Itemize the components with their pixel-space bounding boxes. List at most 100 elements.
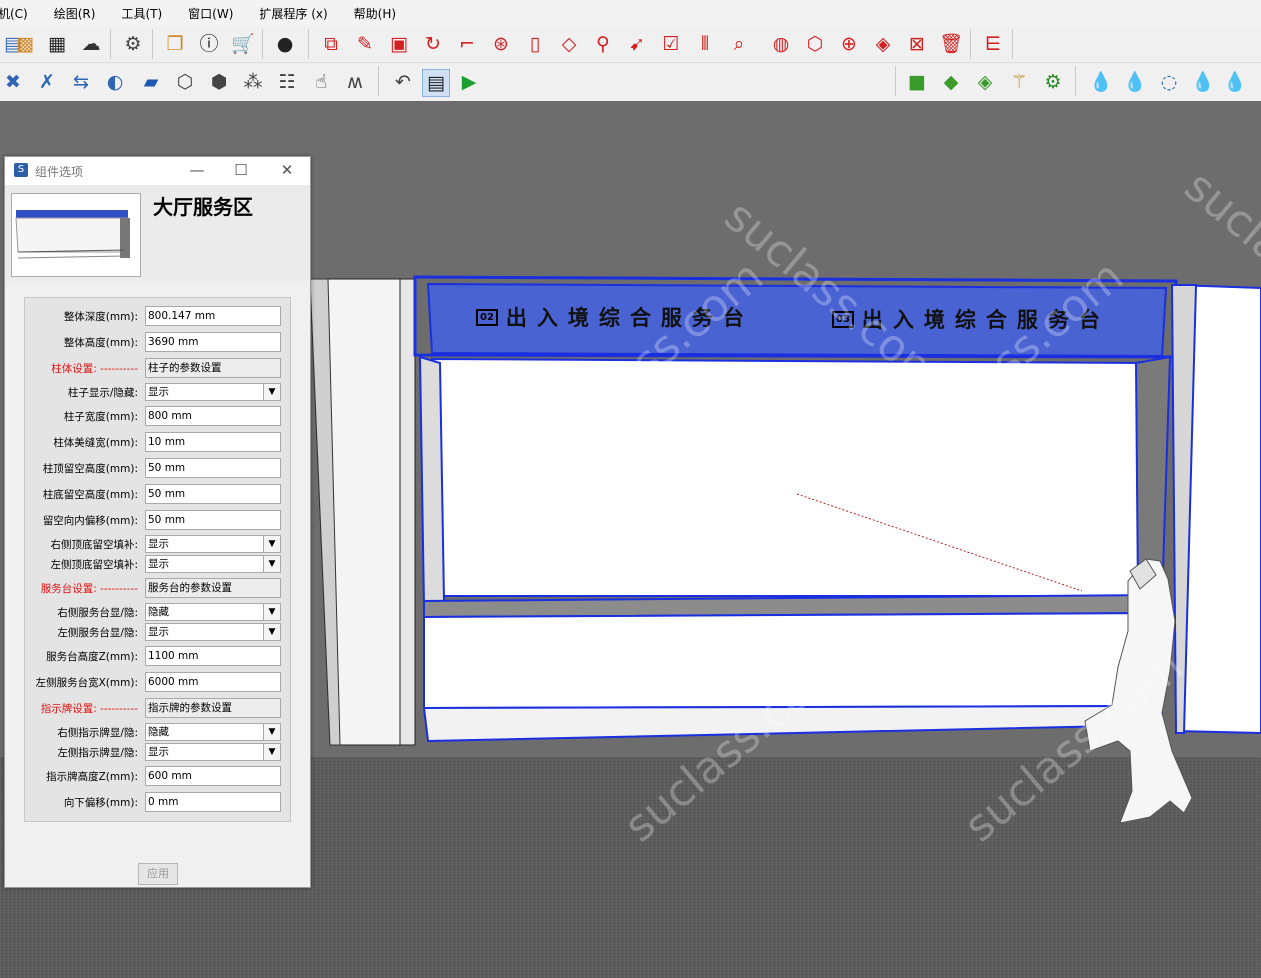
tools-icon[interactable]: ✖ bbox=[0, 69, 26, 95]
toolbar-top: ▤ ▩ ▦ ☁ ⚙ ❐ ⓘ 🛒 ● ⧉ ✎ ▣ ↻ ⌐ ⊛ ▯ ◇ ⚲ ➹ ☑ … bbox=[0, 26, 1261, 63]
chevron-down-icon[interactable]: ▼ bbox=[263, 744, 280, 760]
brand-logo-icon[interactable]: ⋿ bbox=[980, 31, 1006, 57]
toggle-icon[interactable]: ◐ bbox=[102, 69, 128, 95]
sign-badge-left: 02 bbox=[476, 308, 498, 326]
chevron-down-icon[interactable]: ▼ bbox=[263, 724, 280, 740]
globe-icon[interactable]: ◍ bbox=[768, 31, 794, 57]
drop-small-icon[interactable]: 💧 bbox=[1190, 69, 1216, 95]
mirror-icon[interactable]: ⫴ bbox=[692, 31, 718, 57]
cart-icon[interactable]: 🛒 bbox=[230, 31, 256, 57]
account-icon[interactable]: ● bbox=[272, 31, 298, 57]
option-input[interactable]: 800.147 mm bbox=[145, 306, 281, 326]
drop-icon[interactable]: 💧 bbox=[1088, 69, 1114, 95]
drop-outline-icon[interactable]: ◌ bbox=[1156, 69, 1182, 95]
option-row: 整体深度(mm): 800.147 mm bbox=[25, 306, 290, 328]
zoom-icon[interactable]: ⌕ bbox=[726, 31, 752, 57]
option-input[interactable]: 600 mm bbox=[145, 766, 281, 786]
stairs-icon[interactable]: ⌐ bbox=[454, 31, 480, 57]
trash-icon[interactable]: 🗑 bbox=[938, 31, 964, 57]
option-input[interactable]: 6000 mm bbox=[145, 672, 281, 692]
pin-icon[interactable]: ⚲ bbox=[590, 31, 616, 57]
chevron-down-icon[interactable]: ▼ bbox=[263, 556, 280, 572]
option-label: 指示牌设置: ---------- bbox=[40, 703, 138, 715]
checker-icon[interactable]: ▦ bbox=[44, 31, 70, 57]
option-input[interactable]: 1100 mm bbox=[145, 646, 281, 666]
chevron-down-icon[interactable]: ▼ bbox=[263, 384, 280, 400]
green-cube-alt-icon[interactable]: ◈ bbox=[972, 69, 998, 95]
green-cube-gear-icon[interactable]: ◆ bbox=[938, 69, 964, 95]
apply-button[interactable]: 应用 bbox=[138, 863, 178, 885]
close-icon[interactable]: ✕ bbox=[277, 161, 297, 179]
option-input[interactable]: 0 mm bbox=[145, 792, 281, 812]
option-dropdown-value: 隐藏 bbox=[148, 726, 169, 738]
dialog-titlebar[interactable]: S 组件选项 — ☐ ✕ bbox=[5, 157, 310, 185]
menu-camera[interactable]: 机(C) bbox=[0, 5, 28, 22]
settings-gear-icon[interactable]: ⚙ bbox=[120, 31, 146, 57]
option-dropdown[interactable]: 隐藏 ▼ bbox=[145, 723, 281, 741]
gear-green-icon[interactable]: ⚙ bbox=[1040, 69, 1066, 95]
edit-icon[interactable]: ✎ bbox=[352, 31, 378, 57]
folder-icon[interactable]: ▰ bbox=[138, 69, 164, 95]
dice-icon[interactable]: ⬡ bbox=[802, 31, 828, 57]
sketch-icon[interactable]: ʍ bbox=[342, 69, 368, 95]
cube-icon[interactable]: ◇ bbox=[556, 31, 582, 57]
pattern-circle-icon[interactable]: ⊛ bbox=[488, 31, 514, 57]
broom-icon[interactable]: ⚚ bbox=[1006, 69, 1032, 95]
swap-icon[interactable]: ⇆ bbox=[68, 69, 94, 95]
option-input[interactable]: 50 mm bbox=[145, 484, 281, 504]
layout-icon[interactable]: ▣ bbox=[386, 31, 412, 57]
play-icon[interactable]: ▶ bbox=[456, 69, 482, 95]
bim-frame-icon[interactable]: ⧉ bbox=[318, 31, 344, 57]
option-label: 柱体设置: ---------- bbox=[51, 363, 138, 375]
option-dropdown[interactable]: 显示 ▼ bbox=[145, 555, 281, 573]
cylinder-icon[interactable]: ▯ bbox=[522, 31, 548, 57]
wrench-icon[interactable]: ✗ bbox=[34, 69, 60, 95]
menu-draw[interactable]: 绘图(R) bbox=[54, 5, 96, 22]
option-dropdown[interactable]: 显示 ▼ bbox=[145, 383, 281, 401]
option-label: 柱子宽度(mm): bbox=[63, 411, 138, 423]
option-dropdown[interactable]: 显示 ▼ bbox=[145, 743, 281, 761]
rotate-icon[interactable]: ↻ bbox=[420, 31, 446, 57]
cursor-icon[interactable]: ➹ bbox=[624, 31, 650, 57]
menu-window[interactable]: 窗口(W) bbox=[188, 5, 233, 22]
menu-tools[interactable]: 工具(T) bbox=[121, 5, 162, 22]
option-row: 指示牌设置: ---------- 指示牌的参数设置 bbox=[25, 698, 290, 720]
minimize-icon[interactable]: — bbox=[187, 161, 207, 179]
paint-icon[interactable]: ◈ bbox=[870, 31, 896, 57]
boxes-icon[interactable]: ⁂ bbox=[240, 69, 266, 95]
option-input[interactable]: 3690 mm bbox=[145, 332, 281, 352]
menu-help[interactable]: 帮助(H) bbox=[354, 5, 396, 22]
chevron-down-icon[interactable]: ▼ bbox=[263, 604, 280, 620]
layers-icon[interactable]: ❐ bbox=[162, 31, 188, 57]
option-dropdown[interactable]: 显示 ▼ bbox=[145, 535, 281, 553]
pattern-icon[interactable]: ▩ bbox=[12, 31, 38, 57]
option-dropdown-value: 显示 bbox=[148, 386, 169, 398]
box-icon[interactable]: ⬡ bbox=[172, 69, 198, 95]
hand-icon[interactable]: ☝ bbox=[308, 69, 334, 95]
option-label: 服务台设置: ---------- bbox=[40, 583, 138, 595]
box-outline-icon[interactable]: ⬢ bbox=[206, 69, 232, 95]
checkbox-icon[interactable]: ☑ bbox=[658, 31, 684, 57]
option-dropdown[interactable]: 隐藏 ▼ bbox=[145, 603, 281, 621]
sign-icon[interactable]: ⊠ bbox=[904, 31, 930, 57]
drop-axes-icon[interactable]: 💧 bbox=[1222, 69, 1248, 95]
cloud-upload-icon[interactable]: ☁ bbox=[78, 31, 104, 57]
option-label: 指示牌高度Z(mm): bbox=[46, 771, 138, 783]
info-icon[interactable]: ⓘ bbox=[196, 31, 222, 57]
green-cube-icon[interactable]: ■ bbox=[904, 69, 930, 95]
menu-extensions[interactable]: 扩展程序 (x) bbox=[259, 5, 327, 22]
maximize-icon[interactable]: ☐ bbox=[231, 161, 251, 179]
undo-icon[interactable]: ↶ bbox=[390, 69, 416, 95]
drop-plane-icon[interactable]: 💧 bbox=[1122, 69, 1148, 95]
option-input[interactable]: 800 mm bbox=[145, 406, 281, 426]
option-input[interactable]: 10 mm bbox=[145, 432, 281, 452]
chevron-down-icon[interactable]: ▼ bbox=[263, 624, 280, 640]
option-dropdown[interactable]: 显示 ▼ bbox=[145, 623, 281, 641]
target-icon[interactable]: ⊕ bbox=[836, 31, 862, 57]
chevron-down-icon[interactable]: ▼ bbox=[263, 536, 280, 552]
option-input[interactable]: 50 mm bbox=[145, 458, 281, 478]
stack-icon[interactable]: ☷ bbox=[274, 69, 300, 95]
option-label: 右侧顶底留空填补: bbox=[50, 539, 138, 551]
window-icon[interactable]: ▤ bbox=[422, 69, 450, 97]
option-input[interactable]: 50 mm bbox=[145, 510, 281, 530]
